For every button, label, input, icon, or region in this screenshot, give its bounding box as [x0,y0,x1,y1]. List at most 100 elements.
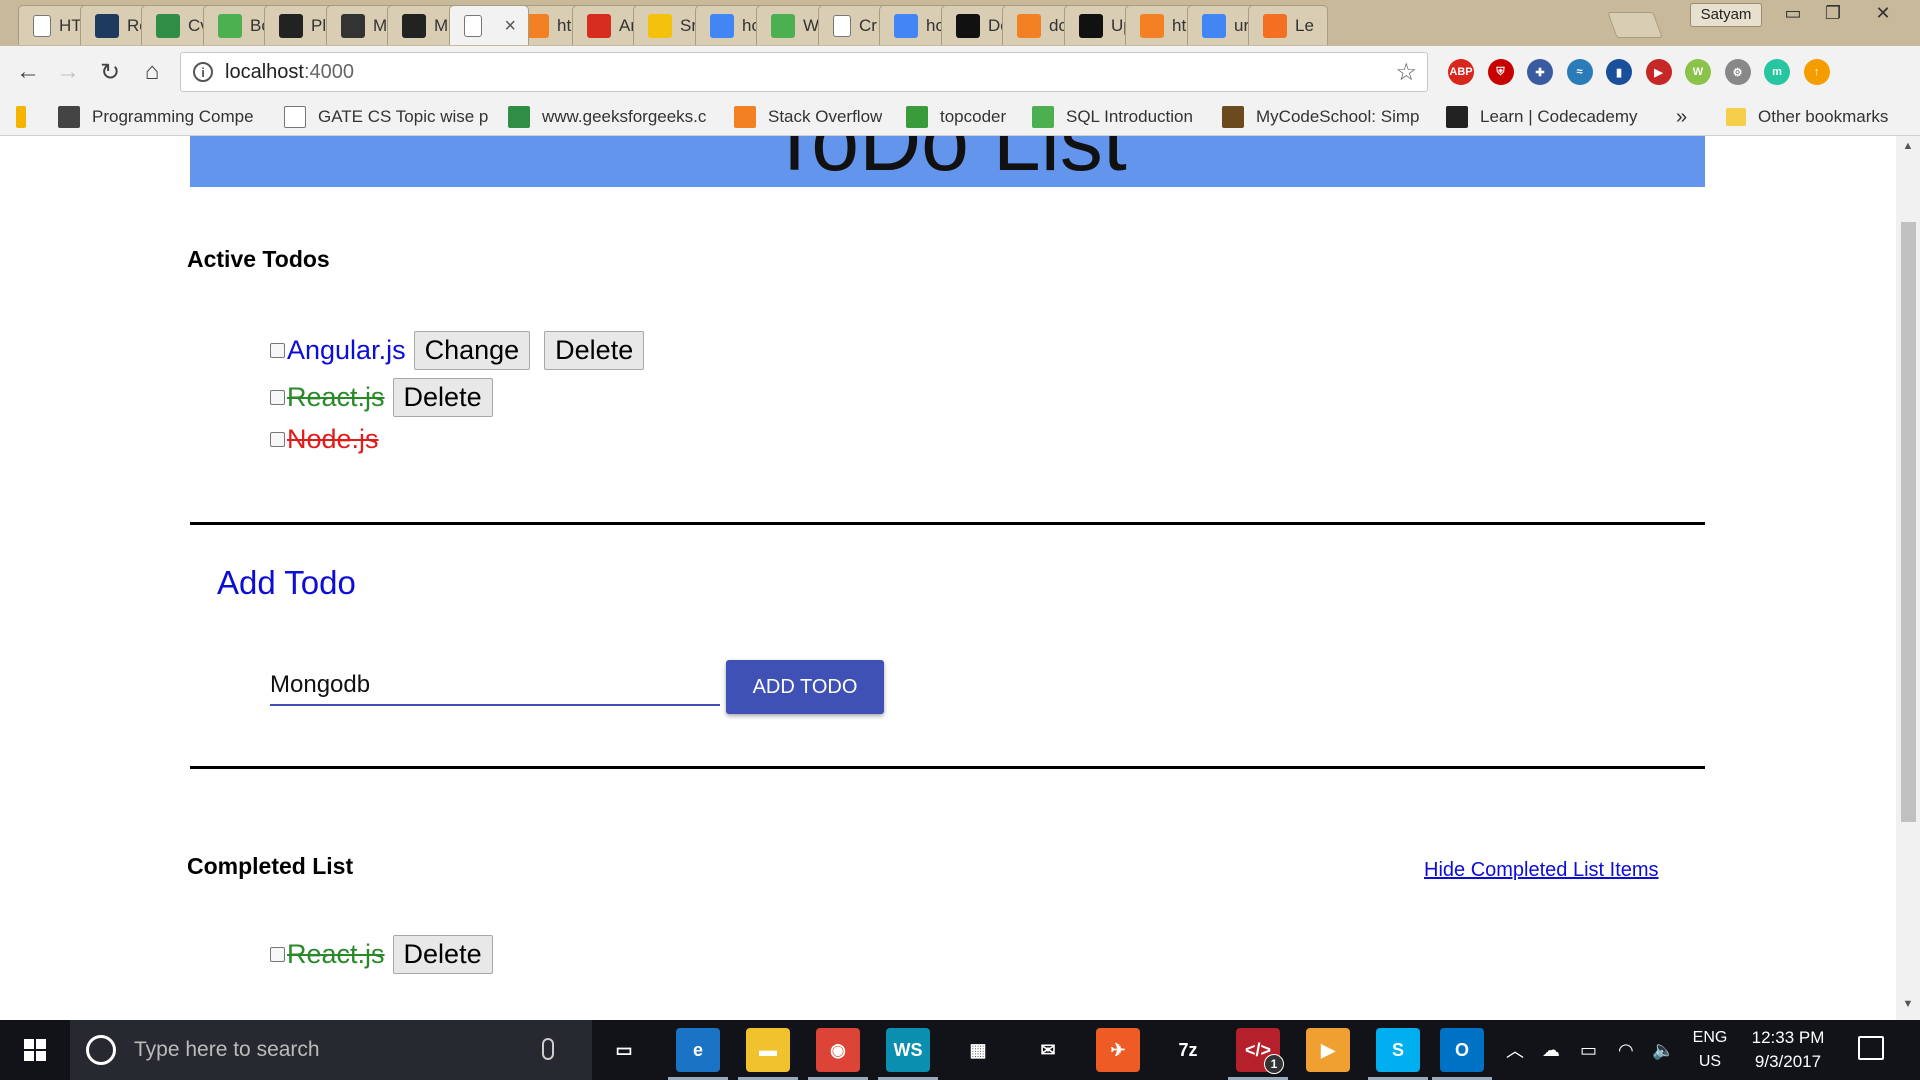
todo-text[interactable]: React.js [287,382,385,413]
task-view-icon[interactable]: ▭ [602,1028,646,1072]
asterisk-icon [1263,13,1287,38]
microphone-icon[interactable] [542,1038,554,1060]
puzzle-icon[interactable]: ✚ [1527,59,1553,85]
close-window-icon[interactable]: ✕ [1862,0,1904,26]
delete-button[interactable]: Delete [392,377,493,417]
browser-tab[interactable]: Le [1248,5,1328,45]
volume-icon[interactable]: 🔈 [1652,1020,1674,1080]
code-editor-icon[interactable]: </> 1 [1236,1028,1284,1074]
delete-button[interactable]: Delete [544,330,645,370]
battery-icon[interactable]: ▭ [1580,1020,1597,1080]
edge-icon[interactable]: e [676,1028,720,1072]
bookmark-item[interactable]: www.geeksforgeeks.c [508,104,718,130]
minimize-icon[interactable]: ▭ [1772,0,1814,26]
bookmark-item[interactable]: Learn | Codecademy [1446,104,1666,130]
scroll-down-icon[interactable]: ▼ [1896,998,1920,1018]
header-banner: ToDo List [190,136,1705,187]
todo-text[interactable]: React.js [287,939,385,970]
todo-checkbox[interactable] [270,389,285,405]
tray-chevron-icon[interactable]: ︿ [1506,1020,1524,1080]
todo-checkbox[interactable] [270,946,285,962]
github-icon [1079,13,1103,38]
chrome-icon[interactable]: ◉ [816,1028,860,1072]
skype-icon[interactable]: S [1376,1028,1420,1072]
download-icon [279,13,303,38]
start-button[interactable] [0,1020,70,1080]
bookmark-item[interactable]: GATE CS Topic wise p [284,104,494,130]
change-button[interactable]: Change [413,330,531,370]
address-bar[interactable]: i localhost:4000 ☆ [180,52,1428,92]
hide-completed-link[interactable]: Hide Completed List Items [1424,859,1659,882]
outlook-icon[interactable]: O [1440,1028,1484,1072]
new-tab-button[interactable] [1607,12,1663,38]
bookmark-item[interactable]: Stack Overflow [734,104,894,130]
back-arrow-icon[interactable]: ← [12,56,44,88]
mail-icon[interactable]: ✉ [1026,1028,1070,1072]
bookmark-item[interactable]: Programming Compe [58,104,268,130]
todo-checkbox[interactable] [270,342,285,358]
bookmark-item[interactable] [16,104,38,130]
bookmark-label: www.geeksforgeeks.c [542,107,707,126]
webstorm-icon[interactable]: WS [886,1028,930,1072]
google-icon [894,13,918,38]
w-circle-icon[interactable]: W [1685,59,1711,85]
bookmark-item[interactable]: topcoder [906,104,1016,130]
browser-toolbar: ← → ↻ ⌂ i localhost:4000 ☆ ABP ⛨ ✚ ≈ ▮ ▶ W ⚙ m ↑ [0,46,1920,98]
completed-list-heading: Completed List [187,853,354,879]
media-player-icon[interactable]: ▶ [1306,1028,1350,1072]
add-todo-button[interactable]: ADD TODO [726,660,884,714]
w3-icon [218,13,242,38]
bookmark-label: SQL Introduction [1066,107,1193,126]
postman-icon[interactable]: ✈ [1096,1028,1140,1072]
restore-icon[interactable]: ❐ [1812,0,1854,26]
ublock-icon[interactable]: ⛨ [1487,59,1514,85]
bookmark-item[interactable]: SQL Introduction [1032,104,1202,130]
code-icon [1222,106,1244,128]
search-placeholder: Type here to search [134,1038,320,1061]
todo-input[interactable] [270,666,720,706]
7zip-icon[interactable]: 7z [1166,1028,1210,1072]
bookmark-item[interactable]: MyCodeSchool: Simp [1222,104,1432,130]
todo-item: Node.js [270,419,387,459]
adblock-plus-icon[interactable]: ABP [1448,59,1474,85]
m-circle-icon[interactable]: m [1764,59,1790,85]
tab-title: M [373,15,388,35]
bookmark-star-icon[interactable]: ☆ [1395,58,1417,87]
settings-ext-icon[interactable]: ⚙ [1724,59,1751,85]
home-icon[interactable]: ⌂ [136,56,168,88]
onedrive-icon[interactable]: ☁ [1542,1020,1560,1080]
clock[interactable]: 12:33 PM 9/3/2017 [1738,1026,1838,1074]
scroll-up-icon[interactable]: ▲ [1896,140,1920,160]
wifi-icon[interactable]: ◠ [1618,1020,1634,1080]
cortana-icon[interactable] [86,1035,116,1065]
language-indicator[interactable]: ENG US [1688,1026,1732,1074]
scroll-thumb[interactable] [1901,222,1916,822]
upload-circle-icon[interactable]: ↑ [1803,59,1830,85]
todo-text[interactable]: Angular.js [287,335,406,366]
taskbar-search[interactable]: Type here to search [70,1020,592,1080]
bookmark-label: Learn | Codecademy [1480,107,1638,126]
forward-arrow-icon[interactable]: → [52,56,84,88]
topcoder-icon [906,106,928,128]
info-icon[interactable]: i [193,62,213,82]
add-todo-heading: Add Todo [217,564,356,601]
notification-badge: 1 [1264,1054,1284,1074]
monitor-icon [95,13,119,38]
playlist-icon[interactable]: ▶ [1645,59,1672,85]
delete-button[interactable]: Delete [392,934,493,974]
bookmark-ext-icon[interactable]: ▮ [1606,59,1632,85]
todo-checkbox[interactable] [270,431,285,447]
other-bookmarks[interactable]: Other bookmarks [1726,104,1888,130]
tab-close-icon[interactable]: × [504,15,516,38]
windows-taskbar: Type here to search ▭ e ▬ ◉ WS ▦ ✉ ✈ 7z </> 1 ▶ S O ︿… [0,1020,1920,1080]
wave-icon[interactable]: ≈ [1566,59,1593,85]
todo-text[interactable]: Node.js [287,424,379,455]
action-center-icon[interactable] [1858,1036,1884,1060]
reload-icon[interactable]: ↻ [94,56,126,88]
file-explorer-icon[interactable]: ▬ [746,1028,790,1072]
store-icon[interactable]: ▦ [956,1028,1000,1072]
bookmarks-overflow-button[interactable]: » [1676,104,1687,130]
profile-button[interactable]: Satyam [1690,3,1762,27]
tab-active[interactable]: × [449,5,529,45]
vertical-scrollbar[interactable]: ▲ ▼ [1896,136,1920,1020]
